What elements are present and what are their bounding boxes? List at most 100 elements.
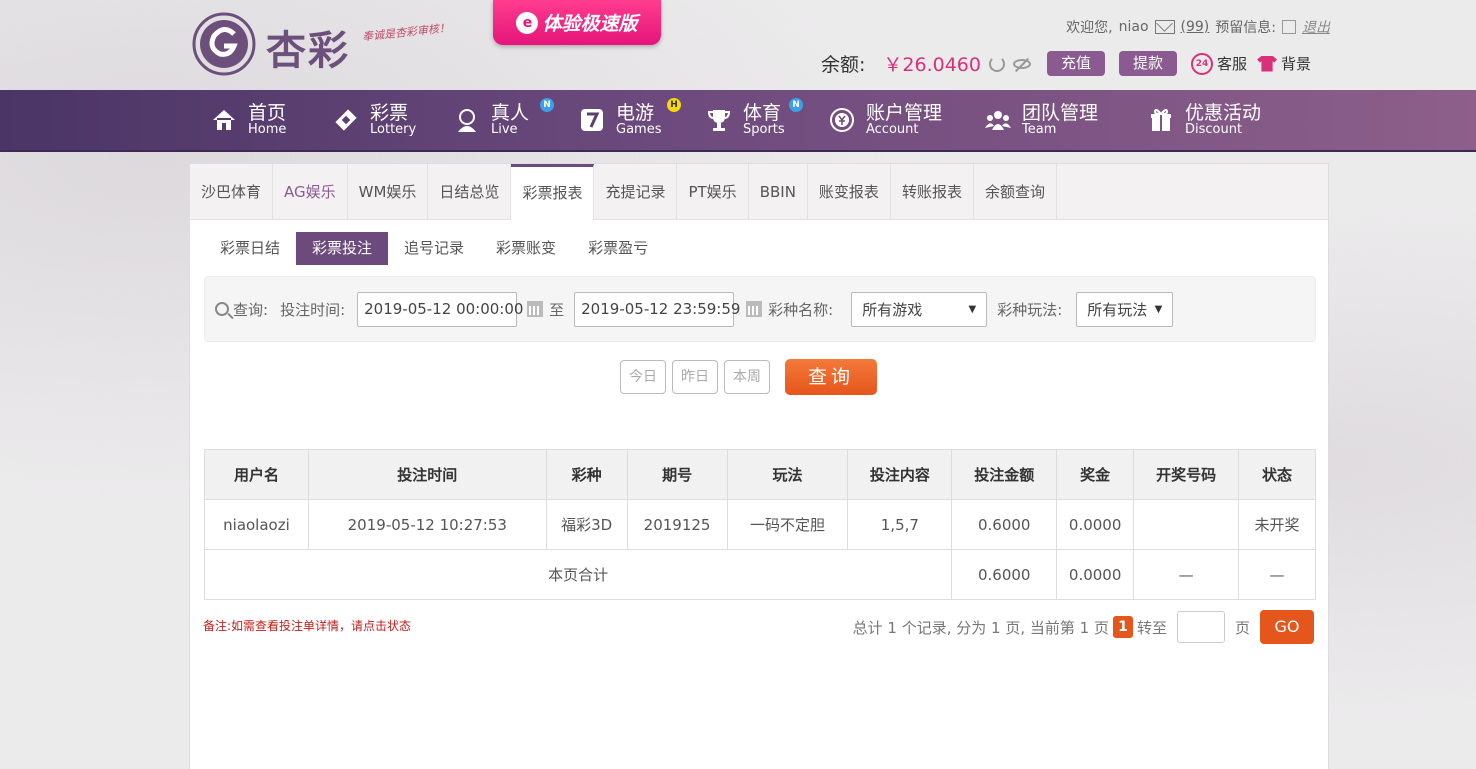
shirt-icon [1257,55,1278,72]
cell-bonus: 0.0000 [1056,499,1135,550]
play-type-select[interactable]: 所有玩法 ▼ [1076,291,1174,327]
tab-balance-query[interactable]: 余额查询 [974,164,1057,220]
withdraw-button[interactable]: 提款 [1119,51,1178,76]
skin-link[interactable]: 背景 [1257,53,1311,74]
lottery-name-select[interactable]: 所有游戏 ▼ [851,291,988,327]
nav-label-en: Lottery [370,122,417,137]
pagination: 总计 1 个记录, 分为 1 页, 当前第 1 页 1 转至 页 GO [853,610,1314,644]
sub-tabs: 彩票日结 彩票投注 追号记录 彩票账变 彩票盈亏 [204,232,664,265]
tab-ag[interactable]: AG娱乐 [273,164,348,220]
mail-icon[interactable] [1154,20,1175,34]
cell-play: 一码不定胆 [726,499,849,550]
tab-transfer-report[interactable]: 转账报表 [891,164,974,220]
edit-icon[interactable] [1282,20,1296,34]
speed-version-button[interactable]: e 体验极速版 [493,0,661,45]
nav-item-discount[interactable]: 优惠活动 Discount [1147,90,1261,150]
site-logo[interactable]: 杏彩 奉诚是杏彩审核！ [190,10,490,80]
nav-item-games[interactable]: 电游 Games H [578,90,681,150]
nav-label-cn: 账户管理 [866,102,943,124]
filter-bar: 查询: 投注时间: 2019-05-12 00:00:00 至 2019-05-… [204,276,1316,342]
nav-label-en: Account [866,122,919,137]
dealer-icon [458,109,476,132]
query-button[interactable]: 查询 [785,359,877,395]
team-icon [985,111,1011,130]
speed-e-icon: e [516,11,539,34]
nav-badge: H [667,98,681,112]
subtab-lottery-account-change[interactable]: 彩票账变 [480,232,572,265]
cell-bet-amount: 0.6000 [951,499,1058,550]
nav-label-cn: 真人 [491,102,530,124]
tab-wm[interactable]: WM娱乐 [348,164,429,220]
lottery-name-label: 彩种名称: [768,300,834,319]
column-header: 开奖号码 [1133,449,1240,500]
nav-item-lottery[interactable]: 彩票 Lottery [332,90,416,150]
subtotal-amount: 0.6000 [951,549,1058,600]
cell-username: niaolaozi [204,499,309,550]
tab-lottery-report[interactable]: 彩票报表 [511,164,595,221]
cell-status-link[interactable]: 未开奖 [1238,499,1316,550]
subtab-lottery-bets[interactable]: 彩票投注 [296,232,389,265]
page-number-input[interactable] [1176,611,1225,643]
logo-text: 杏彩 [266,27,350,74]
tab-deposit-withdraw[interactable]: 充提记录 [594,164,678,220]
column-header: 彩种 [545,449,628,500]
table-header-row: 用户名 投注时间 彩种 期号 玩法 投注内容 投注金额 奖金 开奖号码 状态 [204,449,1316,500]
subtab-lottery-daily[interactable]: 彩票日结 [204,232,296,265]
service-label: 客服 [1217,55,1248,73]
deposit-button[interactable]: 充值 [1046,51,1105,76]
nav-item-team[interactable]: 团队管理 Team [984,90,1098,150]
message-count[interactable]: (99) [1181,19,1210,35]
nav-label-cn: 彩票 [370,102,409,124]
calendar-icon[interactable] [746,301,763,317]
go-button[interactable]: GO [1260,610,1314,644]
nav-item-live[interactable]: 真人 Live N [453,90,554,150]
subtotal-label: 本页合计 [203,549,953,600]
nav-label-cn: 团队管理 [1022,102,1099,124]
refresh-icon[interactable] [988,55,1005,72]
logo-slogan: 奉诚是杏彩审核！ [361,21,451,44]
tab-account-change[interactable]: 账变报表 [808,164,891,220]
welcome-bar: 欢迎您, niao (99) 预留信息: 退出 [1066,17,1330,37]
column-header: 状态 [1238,449,1316,500]
column-header: 投注金额 [951,449,1058,500]
report-tabs: 沙巴体育 AG娱乐 WM娱乐 日结总览 彩票报表 充提记录 PT娱乐 BBIN … [190,164,1328,221]
current-page-button[interactable]: 1 [1112,616,1133,638]
tab-pt[interactable]: PT娱乐 [677,164,749,220]
table-row: niaolaozi 2019-05-12 10:27:53 福彩3D 20191… [204,499,1316,550]
bet-time-label: 投注时间: [280,300,346,319]
subtab-chase-records[interactable]: 追号记录 [388,232,480,265]
balance-row: 余额: ￥26.0460 充值 提款 24 客服 背景 [821,50,1311,77]
slot-seven-icon [581,109,603,131]
balance-label: 余额: [821,54,866,76]
nav-badge: N [789,98,803,112]
logout-link[interactable]: 退出 [1302,17,1330,37]
nav-label-en: Sports [743,122,785,137]
subtab-lottery-profit-loss[interactable]: 彩票盈亏 [572,232,664,265]
calendar-icon[interactable] [527,301,544,317]
nav-item-account[interactable]: 账户管理 Account [828,90,942,150]
tab-saba-sports[interactable]: 沙巴体育 [190,164,274,220]
yesterday-button[interactable]: 昨日 [672,360,718,394]
tab-daily-overview[interactable]: 日结总览 [428,164,512,220]
play-type-value: 所有玩法 [1087,300,1148,319]
today-button[interactable]: 今日 [620,360,666,394]
nav-item-sports[interactable]: 体育 Sports N [705,90,803,150]
tab-bbin[interactable]: BBIN [749,164,808,220]
column-header: 投注时间 [307,449,547,500]
nav-label-en: Live [491,122,518,137]
home-icon [213,110,235,130]
bet-records-table: 用户名 投注时间 彩种 期号 玩法 投注内容 投注金额 奖金 开奖号码 状态 n… [203,449,1316,600]
quick-date-buttons: 今日 昨日 本周 查询 [620,359,877,395]
this-week-button[interactable]: 本周 [724,360,770,394]
customer-service-link[interactable]: 24 客服 [1191,52,1248,75]
hide-balance-icon[interactable] [1012,58,1031,69]
cell-bet-content: 1,5,7 [847,499,953,550]
nav-item-home[interactable]: 首页 Home [210,90,286,150]
speed-version-label: 体验极速版 [542,13,638,35]
skin-label: 背景 [1281,55,1312,73]
nav-label-cn: 优惠活动 [1185,102,1262,124]
nav-label-en: Discount [1185,122,1243,137]
end-time-input[interactable]: 2019-05-12 23:59:59 [574,291,740,327]
to-label: 至 [549,300,565,319]
start-time-input[interactable]: 2019-05-12 00:00:00 [357,291,523,327]
